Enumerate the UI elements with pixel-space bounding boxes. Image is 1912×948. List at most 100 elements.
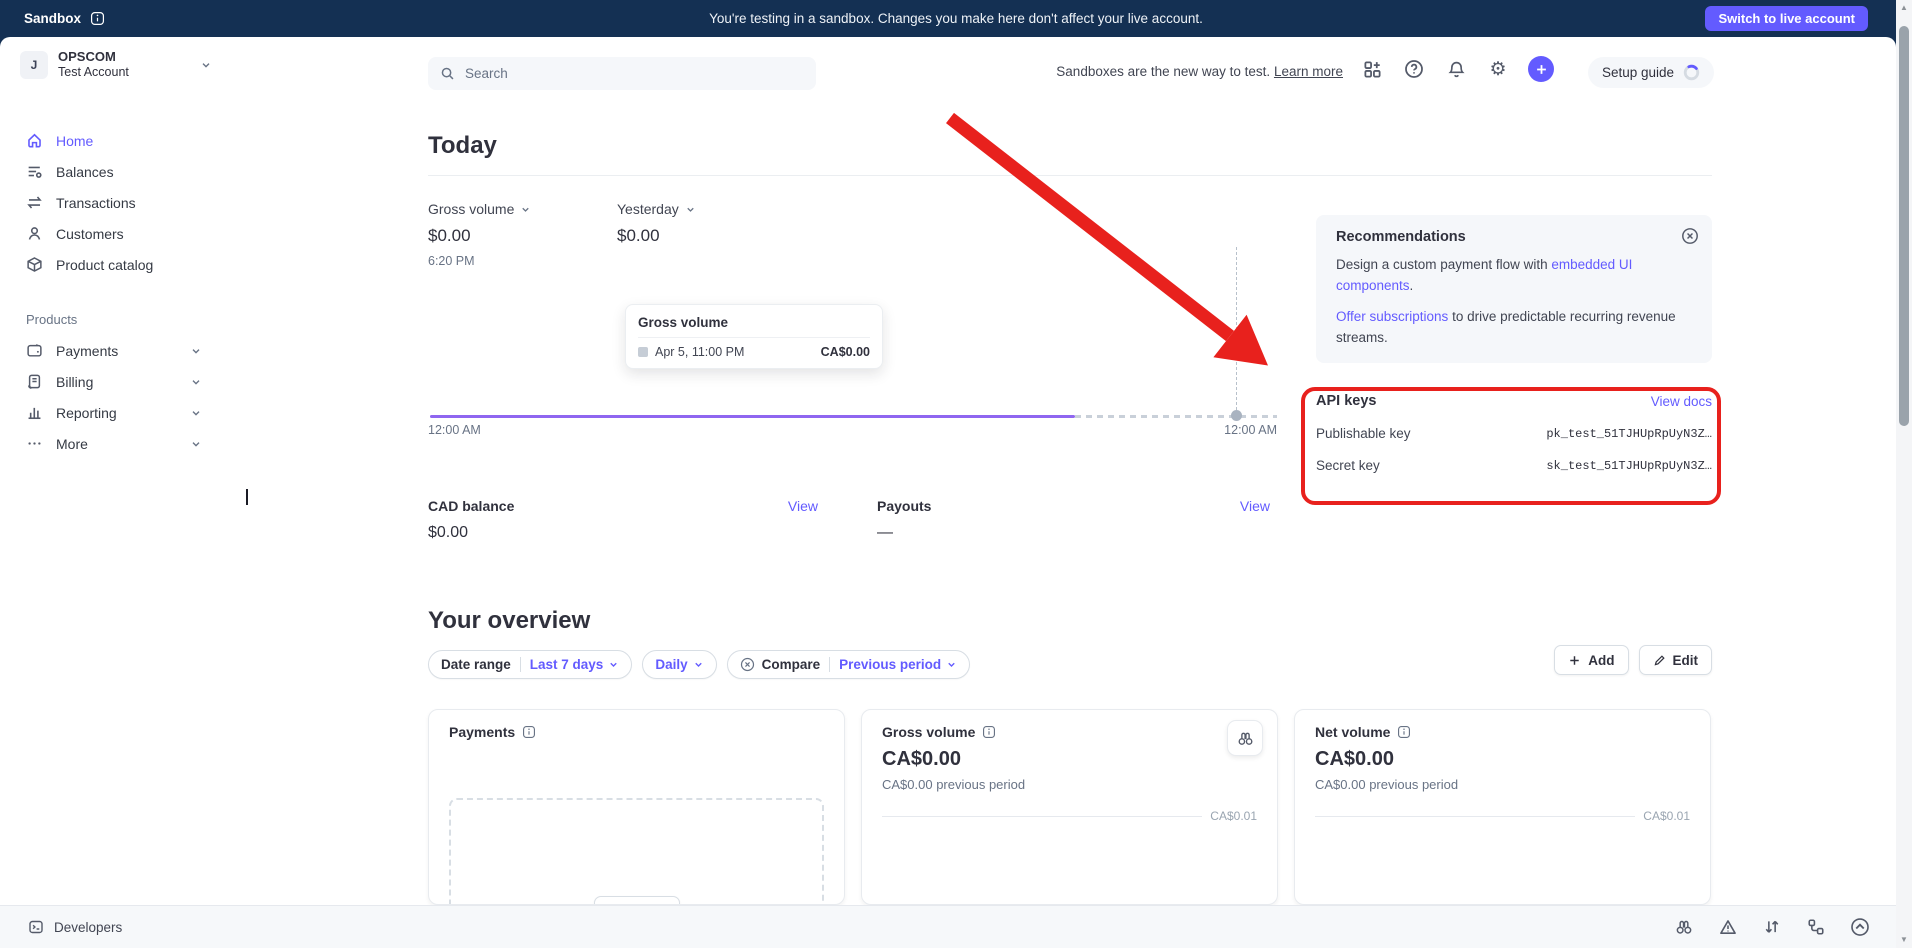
stat-label: Yesterday <box>617 201 679 217</box>
more-dots-icon <box>26 435 43 452</box>
publishable-key-value[interactable]: pk_test_51TJHUpRpUyN3Z… <box>1546 427 1712 441</box>
sidebar-item-reporting[interactable]: Reporting <box>0 397 240 428</box>
payouts-value: — <box>877 524 1270 542</box>
gross-volume-stat: Gross volume $0.00 6:20 PM <box>428 201 531 268</box>
edit-button[interactable]: Edit <box>1639 645 1713 675</box>
yesterday-stat: Yesterday $0.00 <box>617 201 696 246</box>
sidebar-item-label: Balances <box>56 164 114 180</box>
card-title: Gross volume <box>882 724 975 740</box>
sidebar-item-billing[interactable]: Billing <box>0 366 240 397</box>
settings-gear-icon[interactable]: ⚙ <box>1486 57 1510 81</box>
sidebar-item-label: Reporting <box>56 405 117 421</box>
offer-subscriptions-link[interactable]: Offer subscriptions <box>1336 309 1448 324</box>
developers-toolbar <box>1674 917 1870 937</box>
secret-key-label: Secret key <box>1316 458 1380 473</box>
expand-panel-chevron-icon[interactable] <box>1850 917 1870 937</box>
home-icon <box>26 132 43 149</box>
search-input[interactable] <box>428 57 816 90</box>
cad-balance-label: CAD balance <box>428 498 514 514</box>
sidebar-nav: Home Balances Transactions <box>0 125 240 459</box>
plus-icon <box>1568 654 1581 667</box>
account-name: Test Account <box>58 65 129 81</box>
secret-key-value[interactable]: sk_test_51TJHUpRpUyN3Z… <box>1546 459 1712 473</box>
pencil-icon <box>1653 654 1666 667</box>
cad-balance-value: $0.00 <box>428 524 818 542</box>
sidebar-item-customers[interactable]: Customers <box>0 218 240 249</box>
tooltip-point-label: Apr 5, 11:00 PM <box>655 345 744 359</box>
alerts-warning-icon[interactable] <box>1718 917 1738 937</box>
sidebar-item-payments[interactable]: Payments <box>0 335 240 366</box>
search-icon <box>440 66 455 81</box>
series-swatch <box>638 347 648 357</box>
account-switcher[interactable]: J OPSCOM Test Account <box>20 49 220 81</box>
progress-ring-icon <box>1683 64 1700 81</box>
event-traffic-arrows-icon[interactable] <box>1762 917 1782 937</box>
page-scrollbar[interactable]: ▲ ▼ <box>1896 0 1912 948</box>
developers-label: Developers <box>54 920 122 935</box>
payments-card[interactable]: Payments <box>428 709 845 905</box>
apps-grid-icon[interactable] <box>1360 57 1384 81</box>
avatar: J <box>20 51 48 79</box>
gridline-label: CA$0.01 <box>1210 809 1257 823</box>
empty-state-button[interactable] <box>594 896 680 905</box>
help-icon[interactable] <box>1402 57 1426 81</box>
customers-icon <box>26 225 43 242</box>
sidebar-item-product-catalog[interactable]: Product catalog <box>0 249 240 280</box>
search-docs-binoculars-icon[interactable] <box>1674 917 1694 937</box>
net-volume-card[interactable]: Net volume CA$0.00 CA$0.00 previous peri… <box>1294 709 1711 905</box>
sidebar-item-label: Transactions <box>56 195 136 211</box>
stat-time: 6:20 PM <box>428 254 531 268</box>
card-title: Payments <box>449 724 515 740</box>
api-keys-section: API keys View docs Publishable key pk_te… <box>1316 393 1712 473</box>
payouts-view-link[interactable]: View <box>1240 498 1270 514</box>
payments-icon <box>26 342 43 359</box>
payouts-label: Payouts <box>877 498 931 514</box>
scrollbar-thumb[interactable] <box>1899 26 1909 426</box>
recommendations-title: Recommendations <box>1336 229 1692 245</box>
sandbox-label-group[interactable]: Sandbox <box>24 0 105 37</box>
switch-to-live-button[interactable]: Switch to live account <box>1705 6 1868 31</box>
developers-button[interactable]: Developers <box>28 919 122 935</box>
stripe-sandbox-dashboard: Sandbox You're testing in a sandbox. Cha… <box>0 0 1912 948</box>
app-body: J OPSCOM Test Account Home <box>0 37 1896 948</box>
scrollbar-down-arrow[interactable]: ▼ <box>1896 935 1912 944</box>
chart-line-dashed <box>1075 415 1277 418</box>
today-title: Today <box>428 132 497 160</box>
setup-guide-button[interactable]: Setup guide <box>1588 57 1714 88</box>
stat-label: Gross volume <box>428 201 514 217</box>
sidebar-item-label: Product catalog <box>56 257 153 273</box>
view-docs-link[interactable]: View docs <box>1651 394 1712 409</box>
chevron-down-icon <box>200 59 212 71</box>
stat-value: $0.00 <box>428 226 531 246</box>
create-plus-button[interactable] <box>1528 56 1554 82</box>
gross-volume-dropdown[interactable]: Gross volume <box>428 201 531 217</box>
sidebar-item-label: Billing <box>56 374 93 390</box>
reporting-icon <box>26 404 43 421</box>
sidebar-item-more[interactable]: More <box>0 428 240 459</box>
sidebar-item-home[interactable]: Home <box>0 125 240 156</box>
cad-balance-view-link[interactable]: View <box>788 498 818 514</box>
products-section-label: Products <box>0 312 240 327</box>
close-icon[interactable] <box>1681 227 1699 245</box>
workflows-icon[interactable] <box>1806 917 1826 937</box>
sidebar-item-label: More <box>56 436 88 452</box>
sidebar-item-transactions[interactable]: Transactions <box>0 187 240 218</box>
stat-value: $0.00 <box>617 226 696 246</box>
learn-more-link[interactable]: Learn more <box>1274 64 1343 79</box>
gross-volume-card[interactable]: Gross volume CA$0.00 CA$0.00 previous pe… <box>861 709 1278 905</box>
overview-actions: Add Edit <box>428 645 1712 675</box>
explore-metric-button[interactable] <box>1227 720 1263 756</box>
sandbox-label: Sandbox <box>24 11 81 26</box>
info-icon <box>522 725 536 739</box>
recommendations-card: Recommendations Design a custom payment … <box>1316 215 1712 363</box>
add-button[interactable]: Add <box>1554 645 1628 675</box>
notifications-bell-icon[interactable] <box>1444 57 1468 81</box>
yesterday-dropdown[interactable]: Yesterday <box>617 201 696 217</box>
scrollbar-up-arrow[interactable]: ▲ <box>1896 3 1912 12</box>
chevron-down-icon <box>520 204 531 215</box>
product-catalog-icon <box>26 256 43 273</box>
sidebar-item-balances[interactable]: Balances <box>0 156 240 187</box>
search-field[interactable] <box>463 65 767 82</box>
payouts-block: Payouts View — <box>877 498 1270 542</box>
empty-state-box <box>449 798 824 905</box>
